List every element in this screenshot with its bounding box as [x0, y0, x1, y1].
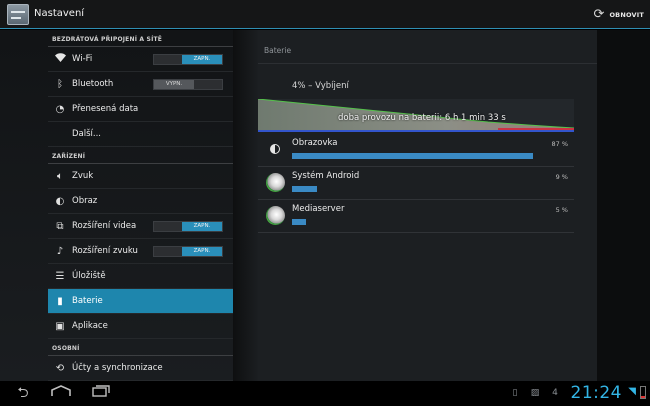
clock[interactable]: 21:24 — [571, 383, 623, 403]
pane-title: Baterie — [264, 46, 292, 55]
battery-icon: ▮ — [57, 295, 63, 307]
wifi-icon — [48, 53, 72, 65]
video-enhance-icon: ⧉ — [56, 220, 64, 232]
usage-name: Mediaserver — [292, 204, 345, 214]
recent-apps-icon — [92, 385, 110, 397]
sidebar-item-label: Bluetooth — [72, 79, 114, 89]
bluetooth-icon: ᛒ — [57, 78, 63, 90]
mediaserver-icon — [266, 206, 285, 225]
back-icon: ⮌ — [17, 385, 29, 401]
right-gutter — [597, 30, 650, 381]
usage-bar — [292, 219, 306, 225]
sidebar-item-label: Přenesená data — [72, 104, 139, 114]
sidebar-item-storage[interactable]: ☰ Úložiště — [48, 264, 233, 289]
action-bar: Nastavení ⟳ OBNOVIT — [0, 0, 650, 29]
storage-icon: ☰ — [55, 270, 65, 282]
bluetooth-toggle-label: VYPN. — [154, 80, 194, 89]
sidebar-item-label: Obraz — [72, 196, 98, 206]
battery-status: 4% – Vybíjení — [292, 81, 349, 91]
refresh-icon: ⟳ — [593, 7, 605, 22]
system-bar: ⮌ ▯ ▨ 4 21:24 ◥ — [0, 381, 650, 406]
sidebar-item-video-enhance[interactable]: ⧉ Rozšíření videa ZAPN. — [48, 214, 233, 239]
screen-icon — [266, 140, 285, 159]
usage-row-mediaserver[interactable]: Mediaserver 5 % — [258, 200, 574, 233]
critical-strip — [498, 128, 574, 130]
gallery-icon: ▨ — [530, 388, 540, 398]
usage-percent: 5 % — [555, 206, 568, 214]
usage-percent: 87 % — [551, 140, 568, 148]
sidebar-item-sound[interactable]: 🔈︎ Zvuk — [48, 164, 233, 189]
sound-icon: 🔈︎ — [57, 170, 63, 182]
wifi-toggle[interactable]: ZAPN. — [153, 54, 223, 65]
wifi-signal-icon: ◥ — [628, 386, 636, 397]
audio-enhance-icon: ♪ — [56, 245, 64, 257]
sidebar-item-label: Účty a synchronizace — [72, 363, 163, 373]
apps-icon: ▣ — [55, 320, 65, 332]
back-button[interactable]: ⮌ — [8, 385, 38, 402]
refresh-button[interactable]: ⟳ OBNOVIT — [594, 5, 644, 24]
sidebar-item-label: Úložiště — [72, 271, 106, 281]
sidebar-item-wifi[interactable]: Wi-Fi ZAPN. — [48, 47, 233, 72]
usage-bar-track — [292, 219, 569, 225]
usage-bar-track — [292, 186, 569, 192]
battery-pane: Baterie 4% – Vybíjení doba provozu na ba… — [258, 30, 597, 381]
sidebar-item-accounts-sync[interactable]: ⟲ Účty a synchronizace — [48, 356, 233, 381]
sidebar-item-more[interactable]: Další... — [48, 122, 233, 147]
audio-enhance-toggle[interactable]: ZAPN. — [153, 246, 223, 257]
usage-bar-track — [292, 153, 569, 159]
sidebar-item-label: Rozšíření videa — [72, 221, 137, 231]
usage-row-android-system[interactable]: Systém Android 9 % — [258, 167, 574, 200]
video-enhance-toggle[interactable]: ZAPN. — [153, 221, 223, 232]
settings-list[interactable]: BEZDRÁTOVÁ PŘIPOJENÍ A SÍTĚ Wi-Fi ZAPN. … — [48, 30, 233, 381]
sidebar-item-label: Baterie — [72, 296, 103, 306]
usage-name: Obrazovka — [292, 138, 338, 148]
sidebar-item-display[interactable]: ◐ Obraz — [48, 189, 233, 214]
section-header-personal: OSOBNÍ — [48, 339, 233, 356]
sidebar-item-label: Rozšíření zvuku — [72, 246, 138, 256]
graph-label: doba provozu na baterii: 6 h 1 min 33 s — [338, 113, 506, 123]
pane-divider — [233, 30, 258, 381]
notification-count: 4 — [552, 388, 558, 398]
usage-bar — [292, 186, 317, 192]
refresh-label: OBNOVIT — [609, 10, 644, 19]
sidebar-item-label: Další... — [72, 129, 102, 139]
sidebar-item-label: Wi-Fi — [72, 54, 93, 64]
sync-icon: ⟲ — [55, 362, 65, 374]
sidebar-item-apps[interactable]: ▣ Aplikace — [48, 314, 233, 339]
app-title: Nastavení — [34, 8, 85, 19]
bluetooth-toggle[interactable]: VYPN. — [153, 79, 223, 90]
sidebar-item-battery[interactable]: ▮ Baterie — [48, 289, 233, 314]
sidebar-item-data-usage[interactable]: ◔ Přenesená data — [48, 97, 233, 122]
main-area: BEZDRÁTOVÁ PŘIPOJENÍ A SÍTĚ Wi-Fi ZAPN. … — [0, 30, 650, 381]
data-usage-icon: ◔ — [55, 103, 65, 115]
display-icon: ◐ — [55, 195, 65, 207]
android-system-icon — [266, 173, 285, 192]
sidebar-item-label: Zvuk — [72, 171, 94, 181]
usage-percent: 9 % — [555, 173, 568, 181]
usage-row-screen[interactable]: Obrazovka 87 % — [258, 134, 574, 167]
recent-apps-button[interactable] — [86, 385, 116, 402]
settings-app-icon[interactable] — [7, 4, 29, 25]
sd-card-icon: ▯ — [512, 388, 518, 398]
home-icon — [51, 385, 71, 396]
sidebar-item-label: Aplikace — [72, 321, 108, 331]
wifi-toggle-label: ZAPN. — [182, 55, 222, 64]
usage-name: Systém Android — [292, 171, 360, 181]
pane-title-divider — [258, 63, 597, 64]
home-button[interactable] — [46, 385, 76, 402]
audio-enhance-toggle-label: ZAPN. — [182, 247, 222, 256]
section-header-wireless: BEZDRÁTOVÁ PŘIPOJENÍ A SÍTĚ — [48, 30, 233, 47]
sidebar-item-bluetooth[interactable]: ᛒ Bluetooth VYPN. — [48, 72, 233, 97]
video-enhance-toggle-label: ZAPN. — [182, 222, 222, 231]
usage-bar — [292, 153, 533, 159]
charging-strip — [258, 130, 574, 132]
notification-icons[interactable]: ▯ ▨ 4 — [510, 387, 560, 399]
battery-level-icon — [640, 386, 646, 399]
section-header-device: ZAŘÍZENÍ — [48, 147, 233, 164]
sidebar-item-audio-enhance[interactable]: ♪ Rozšíření zvuku ZAPN. — [48, 239, 233, 264]
